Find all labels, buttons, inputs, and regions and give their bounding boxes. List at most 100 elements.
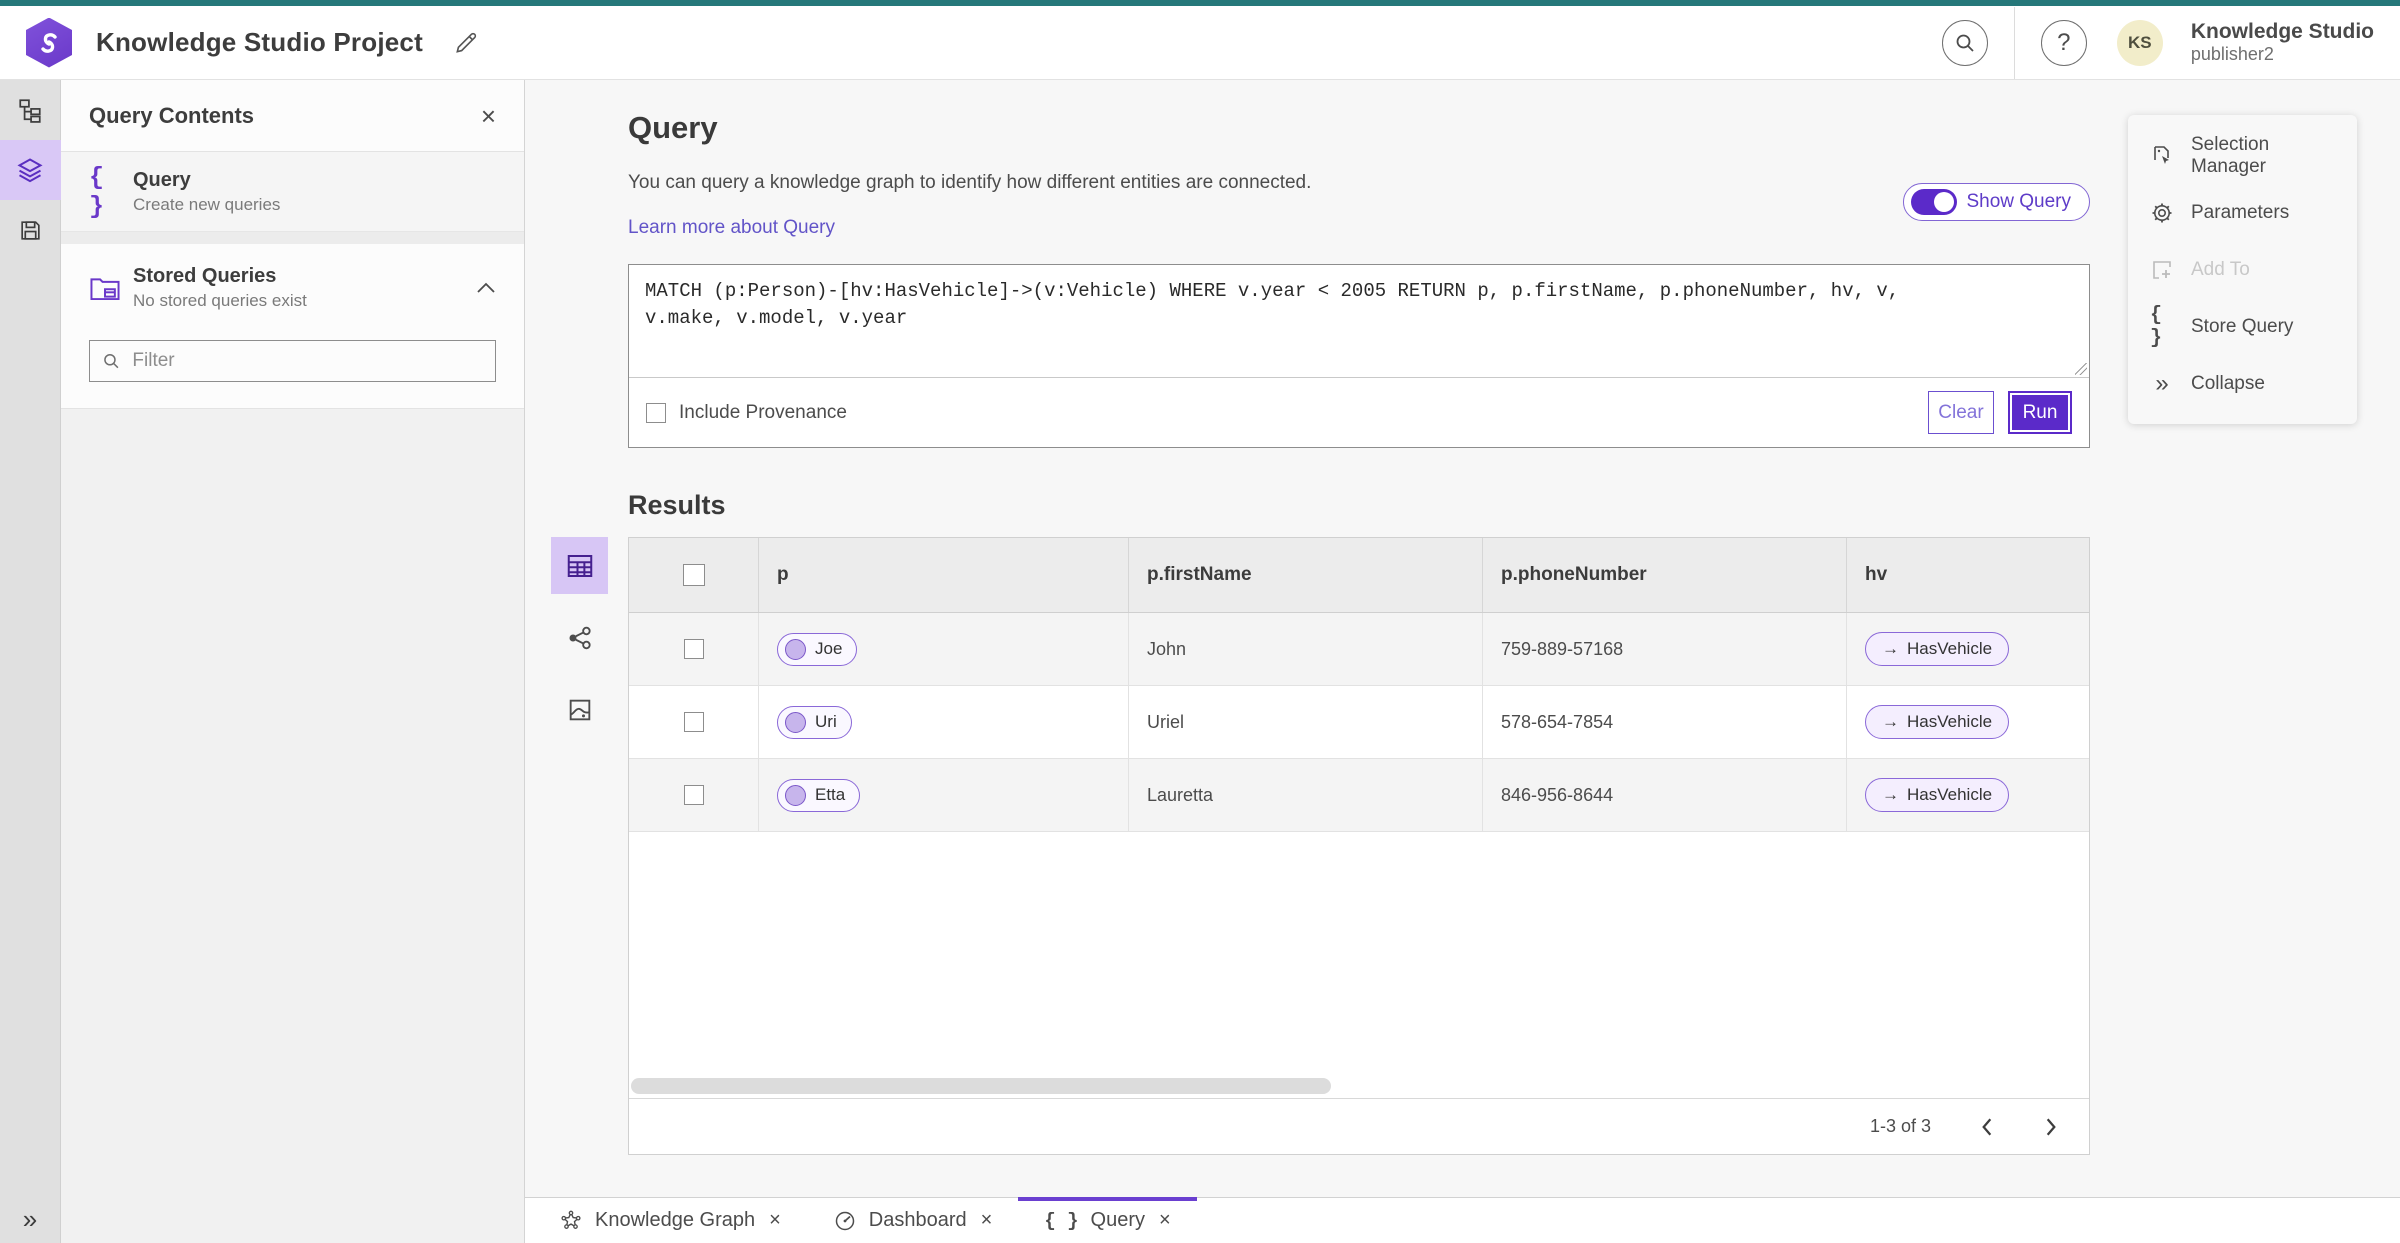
include-provenance-checkbox[interactable]	[646, 402, 666, 423]
column-header-hv[interactable]: hv	[1847, 538, 2089, 612]
node-chip[interactable]: Uri	[777, 705, 852, 739]
table-row[interactable]: Joe John 759-889-57168 → HasVehicle	[629, 613, 2089, 686]
table-row[interactable]: Uri Uriel 578-654-7854 → HasVehicle	[629, 686, 2089, 759]
tool-label: Store Query	[2191, 315, 2294, 337]
node-chip[interactable]: Etta	[777, 778, 861, 812]
top-bar: Knowledge Studio Project ? KS Knowledge …	[0, 6, 2400, 80]
help-button[interactable]: ?	[2040, 19, 2087, 66]
row-checkbox[interactable]	[683, 785, 704, 805]
selection-manager-icon	[2150, 144, 2174, 168]
results-title: Results	[628, 490, 726, 520]
cell-firstname: Uriel	[1129, 686, 1483, 758]
scrollbar-thumb[interactable]	[631, 1078, 1331, 1094]
tab-close-icon[interactable]: ×	[1159, 1209, 1171, 1232]
query-actions-row: Include Provenance Clear Run	[629, 378, 2089, 447]
graph-view-button[interactable]	[551, 609, 608, 666]
sidebar-item-query[interactable]: { } Query Create new queries	[61, 152, 524, 232]
collapse-panel-button[interactable]: » Collapse	[2128, 355, 2357, 412]
edge-label: HasVehicle	[1907, 785, 1993, 804]
topbar-right-cluster: ? KS Knowledge Studio publisher2	[1941, 6, 2374, 79]
query-description: You can query a knowledge graph to ident…	[628, 172, 1312, 193]
edge-label: HasVehicle	[1907, 712, 1993, 731]
cell-phonenumber: 846-956-8644	[1483, 759, 1847, 831]
search-button[interactable]	[1941, 19, 1988, 66]
dashboard-gauge-icon	[835, 1211, 855, 1230]
main-area: Query You can query a knowledge graph to…	[525, 80, 2400, 1197]
node-icon	[785, 711, 806, 733]
map-view-button[interactable]	[551, 681, 608, 738]
query-item-subtitle: Create new queries	[133, 194, 281, 214]
filter-input[interactable]	[132, 350, 483, 372]
pagination-prev-button[interactable]	[1979, 1117, 1995, 1137]
column-header-phonenumber[interactable]: p.phoneNumber	[1483, 538, 1847, 612]
table-header-row: p p.firstName p.phoneNumber hv	[629, 538, 2089, 613]
collapse-section-chevron-icon[interactable]	[476, 282, 496, 294]
tab-close-icon[interactable]: ×	[769, 1209, 781, 1232]
learn-more-link[interactable]: Learn more about Query	[628, 217, 835, 239]
collapse-icon: »	[2155, 369, 2169, 397]
edge-label: HasVehicle	[1907, 639, 1993, 658]
expand-panel-icon[interactable]: »	[23, 1204, 37, 1235]
tool-label: Parameters	[2191, 201, 2290, 223]
table-row[interactable]: Etta Lauretta 846-956-8644 → HasVehicle	[629, 759, 2089, 832]
gear-icon	[2150, 201, 2174, 225]
rail-item-contents[interactable]	[0, 140, 61, 200]
node-label: Uri	[815, 712, 837, 731]
node-icon	[785, 784, 806, 806]
filter-section	[61, 332, 524, 409]
tool-label: Selection Manager	[2191, 133, 2270, 177]
store-query-button[interactable]: { } Store Query	[2128, 298, 2357, 355]
parameters-button[interactable]: Parameters	[2128, 184, 2357, 241]
cell-phonenumber: 759-889-57168	[1483, 613, 1847, 685]
results-table: p p.firstName p.phoneNumber hv Joe John …	[628, 537, 2090, 1155]
tool-label: Collapse	[2191, 372, 2265, 394]
braces-icon: { }	[1044, 1209, 1079, 1232]
run-button[interactable]: Run	[2008, 391, 2072, 434]
add-to-button: Add To	[2128, 241, 2357, 298]
edit-project-name-icon[interactable]	[453, 30, 479, 56]
braces-icon: { }	[2150, 303, 2163, 350]
column-header-firstname[interactable]: p.firstName	[1129, 538, 1483, 612]
show-query-toggle[interactable]: Show Query	[1903, 183, 2090, 221]
edge-chip[interactable]: → HasVehicle	[1865, 632, 2010, 666]
row-checkbox[interactable]	[683, 712, 704, 732]
rail-item-hierarchy[interactable]	[0, 80, 61, 140]
query-editor-card: MATCH (p:Person)-[hv:HasVehicle]->(v:Veh…	[628, 264, 2090, 448]
user-info[interactable]: Knowledge Studio publisher2	[2191, 20, 2374, 65]
tab-query[interactable]: { } Query ×	[1018, 1197, 1198, 1243]
chevron-right-icon	[2046, 1117, 2056, 1136]
toggle-label: Show Query	[1966, 191, 2071, 212]
stored-queries-folder-icon	[89, 273, 133, 303]
app-logo	[26, 17, 72, 68]
row-checkbox[interactable]	[683, 639, 704, 659]
save-icon	[20, 220, 40, 240]
panel-close-icon[interactable]: ×	[481, 103, 496, 129]
edge-chip[interactable]: → HasVehicle	[1865, 705, 2010, 739]
map-icon	[569, 699, 590, 720]
column-header-p[interactable]: p	[759, 538, 1129, 612]
clear-button[interactable]: Clear	[1928, 391, 1994, 434]
tab-close-icon[interactable]: ×	[981, 1209, 993, 1232]
stored-queries-title: Stored Queries	[133, 265, 277, 287]
table-view-button[interactable]	[551, 537, 608, 594]
query-code-input[interactable]: MATCH (p:Person)-[hv:HasVehicle]->(v:Veh…	[629, 265, 2089, 377]
panel-section-gap	[61, 232, 524, 244]
filter-field[interactable]	[89, 340, 496, 382]
rail-item-save[interactable]	[0, 200, 61, 260]
page-title: Query	[628, 110, 718, 145]
node-chip[interactable]: Joe	[777, 632, 858, 666]
pagination-next-button[interactable]	[2043, 1117, 2059, 1137]
include-provenance-label: Include Provenance	[679, 401, 847, 423]
sidebar-item-stored-queries[interactable]: Stored Queries No stored queries exist	[61, 244, 524, 332]
layers-icon	[17, 158, 43, 183]
select-all-checkbox[interactable]	[682, 564, 705, 586]
tab-dashboard[interactable]: Dashboard ×	[807, 1198, 1019, 1243]
user-avatar[interactable]: KS	[2116, 19, 2163, 66]
node-icon	[785, 638, 806, 660]
pagination-range: 1-3 of 3	[1869, 1116, 1931, 1136]
cell-firstname: John	[1129, 613, 1483, 685]
tab-label: Dashboard	[868, 1209, 967, 1231]
edge-chip[interactable]: → HasVehicle	[1865, 778, 2010, 812]
selection-manager-button[interactable]: Selection Manager	[2128, 127, 2357, 184]
tab-knowledge-graph[interactable]: Knowledge Graph ×	[533, 1198, 807, 1243]
